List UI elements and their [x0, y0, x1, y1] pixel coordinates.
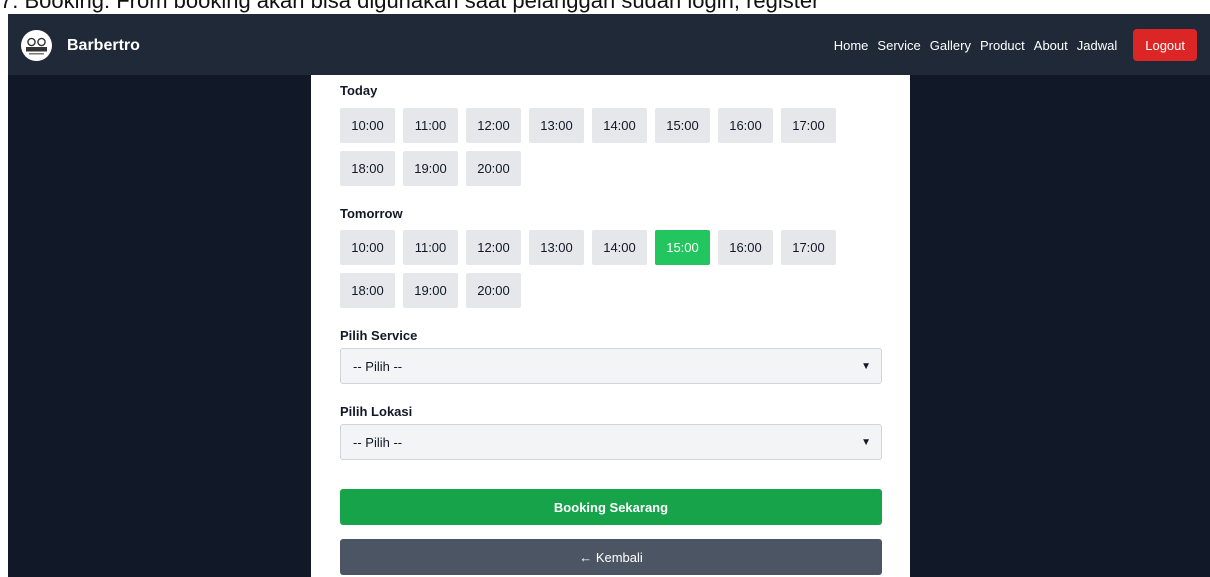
tomorrow-label: Tomorrow [340, 206, 403, 221]
tomorrow-slot[interactable]: 11:00 [403, 230, 458, 265]
today-slot[interactable]: 14:00 [592, 108, 647, 143]
tomorrow-slot[interactable]: 19:00 [403, 273, 458, 308]
location-label: Pilih Lokasi [340, 404, 413, 419]
nav-link-home[interactable]: Home [834, 38, 869, 53]
today-label: Today [340, 83, 378, 98]
today-slot[interactable]: 11:00 [403, 108, 458, 143]
location-select[interactable]: -- Pilih -- ▼ [340, 424, 882, 460]
chevron-down-icon: ▼ [861, 436, 871, 448]
today-slot[interactable]: 19:00 [403, 151, 458, 186]
today-slot[interactable]: 10:00 [340, 108, 395, 143]
tomorrow-slot[interactable]: 13:00 [529, 230, 584, 265]
service-select-value: -- Pilih -- [353, 358, 403, 374]
barber-logo-icon-graphic [26, 37, 47, 55]
nav-link-gallery[interactable]: Gallery [930, 38, 971, 53]
tomorrow-slot[interactable]: 18:00 [340, 273, 395, 308]
tomorrow-slot[interactable]: 14:00 [592, 230, 647, 265]
today-slot[interactable]: 12:00 [466, 108, 521, 143]
brand[interactable]: Barbertro [21, 30, 140, 61]
nav-link-jadwal[interactable]: Jadwal [1077, 38, 1117, 53]
nav-links: Home Service Gallery Product About Jadwa… [834, 29, 1197, 61]
chevron-down-icon: ▼ [861, 360, 871, 372]
service-label: Pilih Service [340, 328, 418, 343]
barber-logo-icon [21, 30, 52, 61]
brand-name: Barbertro [67, 36, 140, 54]
today-slot-grid: 10:00 11:00 12:00 13:00 14:00 15:00 16:0… [340, 108, 860, 186]
today-slot[interactable]: 15:00 [655, 108, 710, 143]
nav-link-service[interactable]: Service [877, 38, 920, 53]
today-slot[interactable]: 17:00 [781, 108, 836, 143]
booking-button[interactable]: Booking Sekarang [340, 489, 882, 525]
today-slot[interactable]: 16:00 [718, 108, 773, 143]
location-select-value: -- Pilih -- [353, 434, 403, 450]
document-caption: 7. Booking: From booking akan bisa digun… [0, 0, 820, 13]
nav-link-product[interactable]: Product [980, 38, 1025, 53]
today-slot[interactable]: 18:00 [340, 151, 395, 186]
tomorrow-slot[interactable]: 17:00 [781, 230, 836, 265]
tomorrow-slot[interactable]: 12:00 [466, 230, 521, 265]
service-select[interactable]: -- Pilih -- ▼ [340, 348, 882, 384]
back-button[interactable]: ← Kembali [340, 539, 882, 575]
nav-link-about[interactable]: About [1034, 38, 1068, 53]
today-slot[interactable]: 13:00 [529, 108, 584, 143]
navbar: Barbertro Home Service Gallery Product A… [8, 14, 1210, 75]
tomorrow-slot[interactable]: 10:00 [340, 230, 395, 265]
today-slot[interactable]: 20:00 [466, 151, 521, 186]
tomorrow-slot[interactable]: 16:00 [718, 230, 773, 265]
tomorrow-slot-selected[interactable]: 15:00 [655, 230, 710, 265]
tomorrow-slot-grid: 10:00 11:00 12:00 13:00 14:00 15:00 16:0… [340, 230, 860, 308]
tomorrow-slot[interactable]: 20:00 [466, 273, 521, 308]
app-window: Barbertro Home Service Gallery Product A… [8, 14, 1210, 577]
booking-card: Today 10:00 11:00 12:00 13:00 14:00 15:0… [311, 75, 910, 577]
logout-button[interactable]: Logout [1133, 29, 1197, 61]
